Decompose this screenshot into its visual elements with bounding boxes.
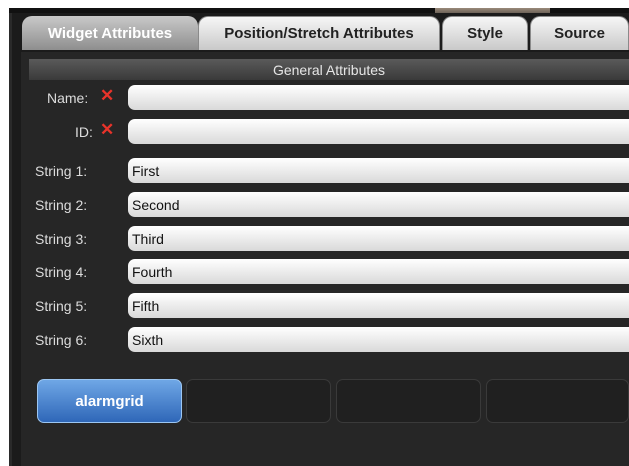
string-6-field[interactable]: Sixth bbox=[128, 327, 629, 352]
widget-button-label: alarmgrid bbox=[75, 392, 144, 410]
tab-widget-attributes[interactable]: Widget Attributes bbox=[22, 16, 198, 50]
tab-source[interactable]: Source bbox=[530, 16, 629, 50]
tab-label: Style bbox=[467, 25, 503, 42]
string-2-field[interactable]: Second bbox=[128, 192, 629, 217]
widget-button-empty[interactable] bbox=[486, 379, 629, 423]
widget-button-empty[interactable] bbox=[336, 379, 481, 423]
string-5-label: String 5: bbox=[35, 298, 88, 314]
section-header: General Attributes bbox=[29, 59, 629, 80]
x-icon: ✕ bbox=[100, 120, 115, 139]
id-label: ID: bbox=[75, 124, 93, 140]
tab-position-stretch-attributes[interactable]: Position/Stretch Attributes bbox=[198, 16, 440, 50]
widget-button-alarmgrid[interactable]: alarmgrid bbox=[37, 379, 182, 423]
name-field[interactable] bbox=[128, 85, 629, 110]
x-icon: ✕ bbox=[100, 86, 115, 105]
string-1-field[interactable]: First bbox=[128, 158, 629, 183]
panel-edge bbox=[9, 8, 12, 466]
widget-button-empty[interactable] bbox=[186, 379, 331, 423]
tab-label: Source bbox=[554, 25, 605, 42]
left-margin bbox=[0, 0, 9, 466]
tab-style[interactable]: Style bbox=[442, 16, 528, 50]
name-label: Name: bbox=[47, 90, 89, 106]
top-accent bbox=[435, 8, 550, 13]
string-3-field[interactable]: Third bbox=[128, 226, 629, 251]
string-2-label: String 2: bbox=[35, 197, 88, 213]
string-4-label: String 4: bbox=[35, 264, 88, 280]
tab-label: Widget Attributes bbox=[47, 24, 173, 42]
id-field[interactable] bbox=[128, 119, 629, 144]
string-6-label: String 6: bbox=[35, 332, 88, 348]
string-1-label: String 1: bbox=[35, 163, 88, 179]
tab-label: Position/Stretch Attributes bbox=[224, 25, 414, 42]
section-title: General Attributes bbox=[272, 61, 386, 78]
string-5-field[interactable]: Fifth bbox=[128, 293, 629, 318]
string-3-label: String 3: bbox=[35, 231, 88, 247]
string-4-field[interactable]: Fourth bbox=[128, 259, 629, 284]
